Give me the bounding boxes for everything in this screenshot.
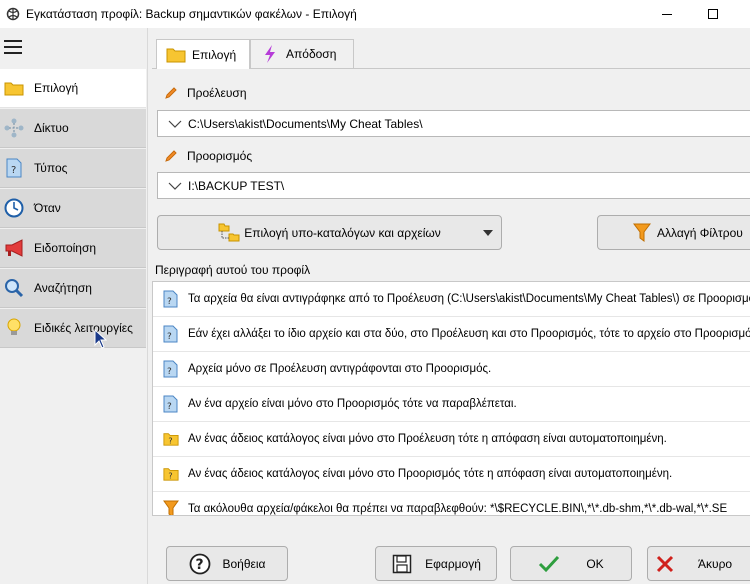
minimize-icon — [662, 13, 672, 15]
sidebar-item-selection[interactable]: Επιλογή — [0, 69, 146, 108]
svg-text:?: ? — [195, 557, 203, 573]
svg-text:?: ? — [167, 332, 172, 342]
folder-tree-icon — [218, 222, 240, 244]
document-question-icon: ? — [163, 290, 178, 308]
source-label: Προέλευση — [164, 85, 247, 101]
help-button[interactable]: ? Βοήθεια — [166, 546, 288, 581]
destination-label: Προορισμός — [164, 148, 252, 164]
document-question-icon: ? — [163, 360, 178, 378]
clock-icon — [4, 198, 24, 218]
pencil-icon — [165, 87, 177, 99]
sidebar-item-notification[interactable]: Ειδοποίηση — [0, 229, 146, 268]
sidebar-item-label: Όταν — [34, 201, 61, 215]
maximize-icon — [708, 9, 718, 19]
document-question-icon: ? — [4, 158, 24, 178]
list-item: Τα ακόλουθα αρχεία/φάκελοι θα πρέπει να … — [153, 492, 750, 515]
svg-text:?: ? — [167, 402, 172, 412]
sidebar-item-type[interactable]: ? Τύπος — [0, 149, 146, 188]
sidebar-item-label: Αναζήτηση — [34, 281, 92, 295]
list-item: ? Αν ένας άδειος κατάλογος είναι μόνο στ… — [153, 457, 750, 492]
list-item: ? Τα αρχεία θα είναι αντιγράφηκε από το … — [153, 282, 750, 317]
network-icon — [4, 118, 24, 138]
tab-label: Απόδοση — [286, 47, 337, 61]
sidebar-item-label: Ειδοποίηση — [34, 241, 97, 255]
minimize-button[interactable] — [644, 0, 690, 28]
ok-button[interactable]: OK — [510, 546, 632, 581]
lightbulb-icon — [4, 318, 24, 338]
description-title: Περιγραφή αυτού του προφίλ — [155, 263, 311, 277]
mouse-cursor-icon — [94, 329, 108, 349]
hamburger-menu-icon[interactable] — [4, 40, 22, 54]
list-item: ? Εάν έχει αλλάξει το ίδιο αρχείο και στ… — [153, 317, 750, 352]
filter-icon — [163, 500, 179, 515]
folder-question-icon: ? — [163, 468, 179, 481]
destination-path-combo[interactable]: I:\BACKUP TEST\ — [157, 172, 750, 199]
window-title: Εγκατάσταση προφίλ: Backup σημαντικών φα… — [26, 7, 357, 21]
description-list: ? Τα αρχεία θα είναι αντιγράφηκε από το … — [152, 281, 750, 516]
svg-text:?: ? — [167, 367, 172, 377]
list-item: ? Αρχεία μόνο σε Προέλευση αντιγράφονται… — [153, 352, 750, 387]
sidebar-item-special-functions[interactable]: Ειδικές λειτουργίες — [0, 309, 146, 348]
svg-text:?: ? — [167, 297, 172, 307]
sidebar-item-label: Ειδικές λειτουργίες — [34, 321, 133, 335]
sidebar-item-label: Δίκτυο — [34, 121, 69, 135]
folder-icon — [166, 48, 186, 62]
help-icon: ? — [189, 553, 211, 575]
chevron-down-icon[interactable] — [168, 119, 182, 129]
change-filter-button[interactable]: Αλλαγή Φίλτρου — [597, 215, 750, 250]
tab-performance[interactable]: Απόδοση — [250, 39, 354, 68]
svg-text:?: ? — [168, 436, 172, 445]
filter-icon — [631, 222, 653, 244]
maximize-button[interactable] — [690, 0, 736, 28]
sidebar-item-search[interactable]: Αναζήτηση — [0, 269, 146, 308]
apply-button[interactable]: Εφαρμογή — [375, 546, 497, 581]
dropdown-arrow-icon — [483, 230, 493, 236]
document-question-icon: ? — [163, 395, 178, 413]
checkmark-icon — [538, 553, 560, 575]
folder-question-icon: ? — [163, 433, 179, 446]
cancel-button[interactable]: Άκυρο — [647, 546, 750, 581]
document-question-icon: ? — [163, 325, 178, 343]
svg-text:?: ? — [168, 471, 172, 480]
folder-icon — [4, 78, 24, 98]
list-item: ? Αν ένα αρχείο είναι μόνο στο Προορισμό… — [153, 387, 750, 422]
app-icon — [6, 7, 20, 21]
select-subfolders-button[interactable]: Επιλογή υπο-καταλόγων και αρχείων — [157, 215, 502, 250]
tab-label: Επιλογή — [192, 47, 237, 62]
destination-path-value: I:\BACKUP TEST\ — [188, 178, 285, 193]
source-path-combo[interactable]: C:\Users\akist\Documents\My Cheat Tables… — [157, 110, 750, 137]
sidebar-item-label: Επιλογή — [34, 81, 79, 95]
close-icon — [654, 553, 676, 575]
chevron-down-icon[interactable] — [168, 181, 182, 191]
svg-text:?: ? — [11, 165, 16, 176]
megaphone-icon — [4, 238, 24, 258]
sidebar-item-when[interactable]: Όταν — [0, 189, 146, 228]
title-bar: Εγκατάσταση προφίλ: Backup σημαντικών φα… — [0, 0, 750, 28]
sidebar-item-network[interactable]: Δίκτυο — [0, 109, 146, 148]
pencil-icon — [165, 150, 177, 162]
source-path-value: C:\Users\akist\Documents\My Cheat Tables… — [188, 116, 423, 131]
list-item: ? Αν ένας άδειος κατάλογος είναι μόνο στ… — [153, 422, 750, 457]
sidebar-item-label: Τύπος — [34, 161, 68, 175]
tab-selection[interactable]: Επιλογή — [156, 39, 250, 69]
magnifier-icon — [4, 278, 24, 298]
save-icon — [391, 553, 413, 575]
lightning-icon — [265, 45, 275, 63]
